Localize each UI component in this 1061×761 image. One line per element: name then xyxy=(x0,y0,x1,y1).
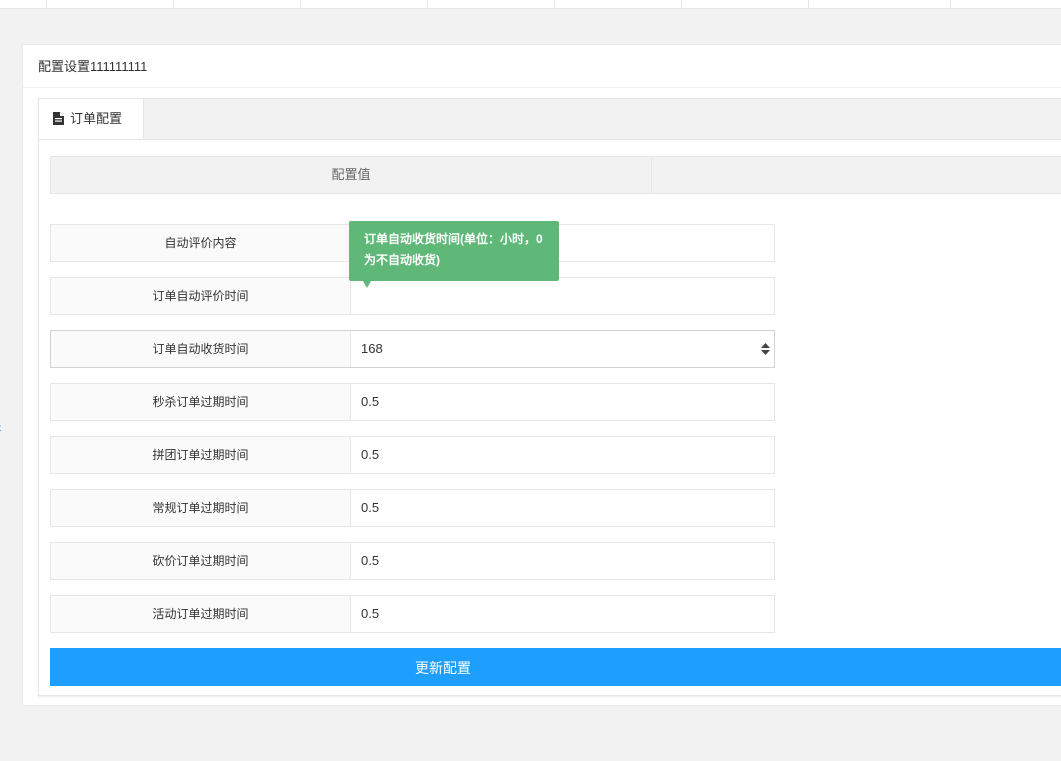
field-tooltip: 订单自动收货时间(单位：小时，0为不自动收货) xyxy=(349,221,559,288)
card-title: 配置设置111111111 xyxy=(23,45,1061,88)
field-row-group-expire: 拼团订单过期时间 xyxy=(50,436,775,474)
tab-label: 订单配置 xyxy=(70,111,123,126)
table-header-value: 配置值 xyxy=(51,157,652,193)
activity-expire-input[interactable] xyxy=(351,596,774,632)
field-label: 订单自动收货时间 xyxy=(51,331,351,367)
bargain-expire-input[interactable] xyxy=(351,543,774,579)
update-config-button[interactable]: 更新配置 xyxy=(50,648,1061,686)
tooltip-text: 订单自动收货时间(单位：小时，0为不自动收货) xyxy=(364,232,543,267)
field-label: 自动评价内容 xyxy=(51,225,351,261)
config-card: 配置设置111111111 订单配置 配置值 自动评价内容 【系统自动评价】 订… xyxy=(22,44,1061,706)
tooltip-arrow xyxy=(363,281,371,288)
normal-expire-input[interactable] xyxy=(351,490,774,526)
field-label: 秒杀订单过期时间 xyxy=(51,384,351,420)
top-tab-divider xyxy=(554,0,555,8)
field-row-activity-expire: 活动订单过期时间 xyxy=(50,595,775,633)
top-tab-divider xyxy=(681,0,682,8)
number-spinner-icon[interactable] xyxy=(761,343,770,355)
chevron-left-icon[interactable]: ‹ xyxy=(0,420,7,434)
top-tab-divider xyxy=(950,0,951,8)
field-label: 订单自动评价时间 xyxy=(51,278,351,314)
field-label: 常规订单过期时间 xyxy=(51,490,351,526)
top-tab-divider xyxy=(46,0,47,8)
table-header: 配置值 xyxy=(50,156,1061,194)
group-expire-input[interactable] xyxy=(351,437,774,473)
top-tab-divider xyxy=(808,0,809,8)
field-row-seckill-expire: 秒杀订单过期时间 xyxy=(50,383,775,421)
field-row-auto-review-time: 订单自动评价时间 xyxy=(50,277,775,315)
field-row-normal-expire: 常规订单过期时间 xyxy=(50,489,775,527)
field-row-bargain-expire: 砍价订单过期时间 xyxy=(50,542,775,580)
top-tab-divider xyxy=(427,0,428,8)
field-label: 活动订单过期时间 xyxy=(51,596,351,632)
seckill-expire-input[interactable] xyxy=(351,384,774,420)
top-tab-divider xyxy=(173,0,174,8)
document-icon xyxy=(53,101,64,141)
field-row-auto-receive-time: 订单自动收货时间 xyxy=(50,330,775,368)
auto-receive-time-input[interactable] xyxy=(351,331,774,367)
tab-order-config[interactable]: 订单配置 xyxy=(38,98,144,139)
tab-bar: 订单配置 xyxy=(38,98,1061,140)
tab-container: 订单配置 配置值 自动评价内容 订单自动评价时间 订单自动收货时间 秒杀订单过期… xyxy=(38,98,1061,696)
top-tab-divider xyxy=(300,0,301,8)
top-tab-strip xyxy=(0,0,1061,9)
field-label: 砍价订单过期时间 xyxy=(51,543,351,579)
auto-review-time-input[interactable] xyxy=(351,278,774,314)
field-label: 拼团订单过期时间 xyxy=(51,437,351,473)
